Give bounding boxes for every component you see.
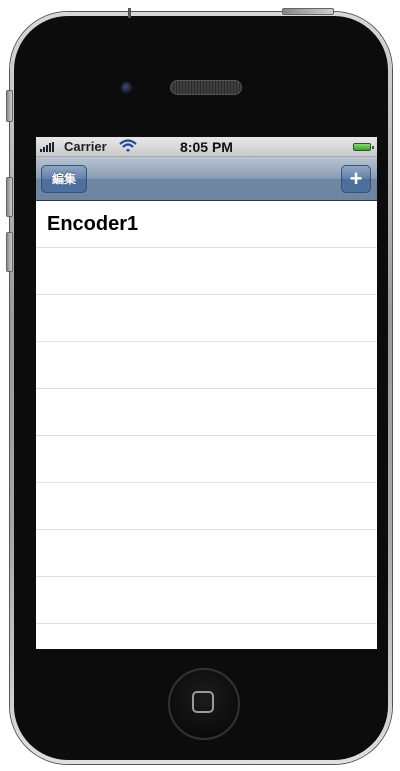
top-notch-mark — [128, 8, 131, 18]
home-button[interactable] — [168, 668, 240, 740]
table-row[interactable] — [36, 248, 377, 295]
plus-icon: + — [349, 166, 363, 191]
table-row[interactable] — [36, 342, 377, 389]
encoder-table: Encoder1 — [36, 201, 377, 624]
table-row[interactable]: Encoder1 — [36, 201, 377, 248]
table-row[interactable] — [36, 295, 377, 342]
status-bar: Carrier 8:05 PM — [36, 137, 377, 157]
status-time: 8:05 PM — [180, 139, 233, 155]
edit-button[interactable]: 編集 — [41, 165, 87, 193]
volume-down-button — [6, 232, 13, 272]
battery-icon — [353, 143, 374, 151]
mute-switch — [6, 90, 13, 122]
front-camera-icon — [121, 82, 133, 94]
device-screen: Carrier 8:05 PM 編集 + Encoder1 — [36, 137, 377, 649]
navigation-bar: 編集 + — [36, 157, 377, 201]
table-row[interactable] — [36, 483, 377, 530]
table-row[interactable] — [36, 436, 377, 483]
home-square-icon — [192, 691, 214, 713]
add-button[interactable]: + — [341, 165, 371, 193]
table-row[interactable] — [36, 577, 377, 624]
table-row[interactable] — [36, 389, 377, 436]
sleep-wake-button — [282, 8, 334, 15]
volume-up-button — [6, 177, 13, 217]
table-row[interactable] — [36, 530, 377, 577]
earpiece-speaker — [170, 80, 242, 95]
row-label: Encoder1 — [47, 212, 139, 235]
